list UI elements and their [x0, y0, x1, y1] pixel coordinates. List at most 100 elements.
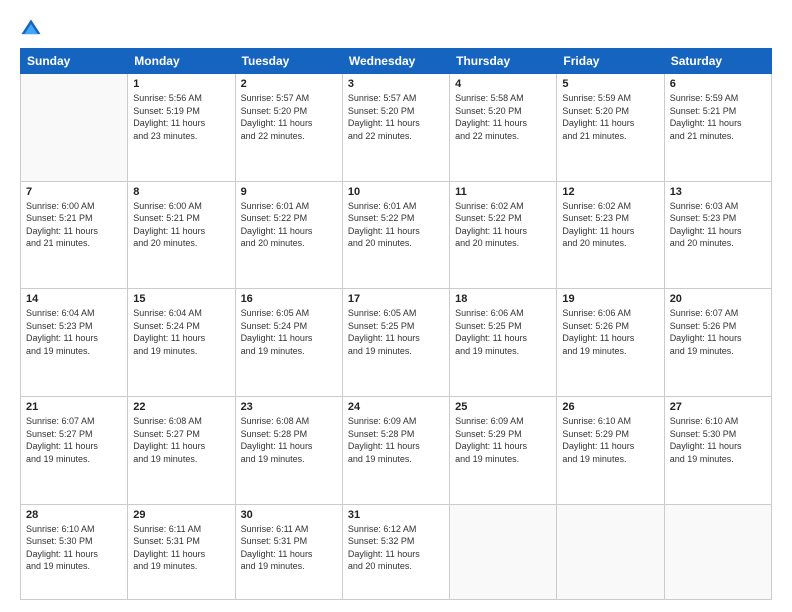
day-info: Sunrise: 6:02 AM Sunset: 5:23 PM Dayligh…	[562, 200, 658, 250]
day-number: 15	[133, 293, 229, 305]
calendar-header-thursday: Thursday	[450, 49, 557, 74]
calendar-cell: 7 Sunrise: 6:00 AM Sunset: 5:21 PM Daylig…	[21, 181, 128, 289]
day-info: Sunrise: 6:02 AM Sunset: 5:22 PM Dayligh…	[455, 200, 551, 250]
day-number: 20	[670, 293, 766, 305]
calendar-header-tuesday: Tuesday	[235, 49, 342, 74]
day-info: Sunrise: 6:12 AM Sunset: 5:32 PM Dayligh…	[348, 523, 444, 573]
day-info: Sunrise: 6:10 AM Sunset: 5:29 PM Dayligh…	[562, 415, 658, 465]
calendar-cell: 16 Sunrise: 6:05 AM Sunset: 5:24 PM Dayli…	[235, 289, 342, 397]
day-number: 21	[26, 401, 122, 413]
calendar-header-friday: Friday	[557, 49, 664, 74]
calendar-cell: 22 Sunrise: 6:08 AM Sunset: 5:27 PM Dayli…	[128, 396, 235, 504]
calendar-cell: 20 Sunrise: 6:07 AM Sunset: 5:26 PM Dayli…	[664, 289, 771, 397]
day-number: 13	[670, 186, 766, 198]
day-info: Sunrise: 6:06 AM Sunset: 5:26 PM Dayligh…	[562, 307, 658, 357]
day-number: 7	[26, 186, 122, 198]
day-number: 8	[133, 186, 229, 198]
calendar-cell: 25 Sunrise: 6:09 AM Sunset: 5:29 PM Dayli…	[450, 396, 557, 504]
calendar-cell: 12Sunrise: 6:02 AM Sunset: 5:23 PM Dayli…	[557, 181, 664, 289]
calendar-cell: 8 Sunrise: 6:00 AM Sunset: 5:21 PM Daylig…	[128, 181, 235, 289]
day-number: 5	[562, 78, 658, 90]
day-info: Sunrise: 6:01 AM Sunset: 5:22 PM Dayligh…	[348, 200, 444, 250]
page: SundayMondayTuesdayWednesdayThursdayFrid…	[0, 0, 792, 612]
logo	[20, 18, 46, 40]
day-info: Sunrise: 6:03 AM Sunset: 5:23 PM Dayligh…	[670, 200, 766, 250]
day-info: Sunrise: 6:07 AM Sunset: 5:27 PM Dayligh…	[26, 415, 122, 465]
day-info: Sunrise: 5:56 AM Sunset: 5:19 PM Dayligh…	[133, 92, 229, 142]
day-info: Sunrise: 6:00 AM Sunset: 5:21 PM Dayligh…	[133, 200, 229, 250]
calendar-header-saturday: Saturday	[664, 49, 771, 74]
day-info: Sunrise: 6:08 AM Sunset: 5:27 PM Dayligh…	[133, 415, 229, 465]
calendar-cell: 18 Sunrise: 6:06 AM Sunset: 5:25 PM Dayli…	[450, 289, 557, 397]
day-info: Sunrise: 6:04 AM Sunset: 5:24 PM Dayligh…	[133, 307, 229, 357]
calendar-cell: 4Sunrise: 5:58 AM Sunset: 5:20 PM Daylig…	[450, 74, 557, 182]
calendar-cell: 13 Sunrise: 6:03 AM Sunset: 5:23 PM Dayli…	[664, 181, 771, 289]
calendar-cell: 28Sunrise: 6:10 AM Sunset: 5:30 PM Dayli…	[21, 504, 128, 599]
calendar-header-wednesday: Wednesday	[342, 49, 449, 74]
day-info: Sunrise: 5:59 AM Sunset: 5:20 PM Dayligh…	[562, 92, 658, 142]
day-number: 9	[241, 186, 337, 198]
day-number: 26	[562, 401, 658, 413]
day-number: 29	[133, 509, 229, 521]
calendar-header-monday: Monday	[128, 49, 235, 74]
calendar-header-sunday: Sunday	[21, 49, 128, 74]
calendar-cell: 3 Sunrise: 5:57 AM Sunset: 5:20 PM Daylig…	[342, 74, 449, 182]
day-number: 30	[241, 509, 337, 521]
calendar-cell: 23 Sunrise: 6:08 AM Sunset: 5:28 PM Dayli…	[235, 396, 342, 504]
calendar-cell: 19 Sunrise: 6:06 AM Sunset: 5:26 PM Dayli…	[557, 289, 664, 397]
day-number: 18	[455, 293, 551, 305]
day-info: Sunrise: 6:06 AM Sunset: 5:25 PM Dayligh…	[455, 307, 551, 357]
calendar-cell: 10 Sunrise: 6:01 AM Sunset: 5:22 PM Dayli…	[342, 181, 449, 289]
calendar-table: SundayMondayTuesdayWednesdayThursdayFrid…	[20, 48, 772, 600]
day-info: Sunrise: 6:09 AM Sunset: 5:29 PM Dayligh…	[455, 415, 551, 465]
calendar-cell	[21, 74, 128, 182]
day-number: 22	[133, 401, 229, 413]
day-info: Sunrise: 6:10 AM Sunset: 5:30 PM Dayligh…	[670, 415, 766, 465]
calendar-cell: 2 Sunrise: 5:57 AM Sunset: 5:20 PM Daylig…	[235, 74, 342, 182]
day-number: 24	[348, 401, 444, 413]
calendar-week-row: 14Sunrise: 6:04 AM Sunset: 5:23 PM Dayli…	[21, 289, 772, 397]
day-info: Sunrise: 6:05 AM Sunset: 5:25 PM Dayligh…	[348, 307, 444, 357]
day-number: 3	[348, 78, 444, 90]
day-number: 1	[133, 78, 229, 90]
calendar-cell	[664, 504, 771, 599]
day-number: 10	[348, 186, 444, 198]
day-number: 25	[455, 401, 551, 413]
day-info: Sunrise: 5:58 AM Sunset: 5:20 PM Dayligh…	[455, 92, 551, 142]
calendar-cell: 29Sunrise: 6:11 AM Sunset: 5:31 PM Dayli…	[128, 504, 235, 599]
calendar-cell: 17 Sunrise: 6:05 AM Sunset: 5:25 PM Dayli…	[342, 289, 449, 397]
day-number: 11	[455, 186, 551, 198]
calendar-cell	[450, 504, 557, 599]
calendar-header-row: SundayMondayTuesdayWednesdayThursdayFrid…	[21, 49, 772, 74]
day-number: 14	[26, 293, 122, 305]
day-info: Sunrise: 6:00 AM Sunset: 5:21 PM Dayligh…	[26, 200, 122, 250]
day-info: Sunrise: 5:59 AM Sunset: 5:21 PM Dayligh…	[670, 92, 766, 142]
calendar-cell: 27 Sunrise: 6:10 AM Sunset: 5:30 PM Dayli…	[664, 396, 771, 504]
calendar-cell: 30Sunrise: 6:11 AM Sunset: 5:31 PM Dayli…	[235, 504, 342, 599]
header	[20, 18, 772, 40]
logo-icon	[20, 18, 42, 40]
day-number: 23	[241, 401, 337, 413]
calendar-cell: 14Sunrise: 6:04 AM Sunset: 5:23 PM Dayli…	[21, 289, 128, 397]
calendar-week-row: 21 Sunrise: 6:07 AM Sunset: 5:27 PM Dayli…	[21, 396, 772, 504]
day-info: Sunrise: 6:08 AM Sunset: 5:28 PM Dayligh…	[241, 415, 337, 465]
calendar-cell: 26 Sunrise: 6:10 AM Sunset: 5:29 PM Dayli…	[557, 396, 664, 504]
calendar-week-row: 7 Sunrise: 6:00 AM Sunset: 5:21 PM Daylig…	[21, 181, 772, 289]
calendar-week-row: 28Sunrise: 6:10 AM Sunset: 5:30 PM Dayli…	[21, 504, 772, 599]
day-number: 31	[348, 509, 444, 521]
day-info: Sunrise: 5:57 AM Sunset: 5:20 PM Dayligh…	[241, 92, 337, 142]
calendar-cell: 21 Sunrise: 6:07 AM Sunset: 5:27 PM Dayli…	[21, 396, 128, 504]
day-info: Sunrise: 6:01 AM Sunset: 5:22 PM Dayligh…	[241, 200, 337, 250]
day-info: Sunrise: 5:57 AM Sunset: 5:20 PM Dayligh…	[348, 92, 444, 142]
day-number: 27	[670, 401, 766, 413]
calendar-cell: 15 Sunrise: 6:04 AM Sunset: 5:24 PM Dayli…	[128, 289, 235, 397]
day-info: Sunrise: 6:05 AM Sunset: 5:24 PM Dayligh…	[241, 307, 337, 357]
day-info: Sunrise: 6:10 AM Sunset: 5:30 PM Dayligh…	[26, 523, 122, 573]
day-number: 16	[241, 293, 337, 305]
day-info: Sunrise: 6:07 AM Sunset: 5:26 PM Dayligh…	[670, 307, 766, 357]
day-number: 17	[348, 293, 444, 305]
calendar-week-row: 1 Sunrise: 5:56 AM Sunset: 5:19 PM Daylig…	[21, 74, 772, 182]
calendar-cell: 11 Sunrise: 6:02 AM Sunset: 5:22 PM Dayli…	[450, 181, 557, 289]
day-number: 2	[241, 78, 337, 90]
day-number: 19	[562, 293, 658, 305]
